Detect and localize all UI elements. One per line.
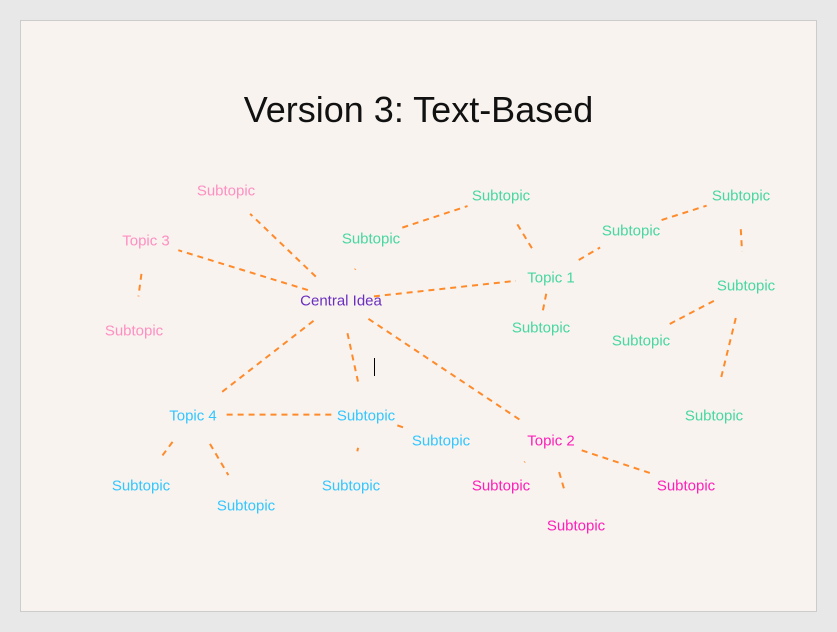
edge-central-t3s1 xyxy=(250,214,316,277)
node-topic4: Topic 4 xyxy=(169,408,217,425)
node-t3s1: Subtopic xyxy=(197,183,255,200)
node-t1s4: Subtopic xyxy=(717,278,775,295)
edge-central-topic3 xyxy=(178,250,308,290)
node-t1s1: Subtopic xyxy=(472,188,530,205)
node-t4s5: Subtopic xyxy=(112,478,170,495)
edge-t1s4-t1s5 xyxy=(669,301,714,324)
edge-t4s1-t4s3 xyxy=(357,448,358,451)
edge-topic1-t1s6 xyxy=(543,294,546,311)
edge-t1s2-t1s3 xyxy=(662,206,707,220)
edge-topic1-t1s2 xyxy=(579,247,600,260)
node-t4s2: Subtopic xyxy=(412,433,470,450)
node-t4s1: Subtopic xyxy=(337,408,395,425)
edge-topic2-t2s3 xyxy=(582,450,652,473)
node-t1s6: Subtopic xyxy=(512,320,570,337)
node-t3s2: Subtopic xyxy=(105,323,163,340)
node-topic1: Topic 1 xyxy=(527,270,575,287)
edge-topic4-t4s4 xyxy=(210,444,228,475)
edge-topic2-t2s2 xyxy=(559,472,565,492)
node-t4s4: Subtopic xyxy=(217,498,275,515)
edge-central-topic1 xyxy=(374,281,516,297)
edge-topic4-t4s5 xyxy=(161,442,172,457)
edge-t1s3-t1s4 xyxy=(741,229,742,251)
node-t3s3: Subtopic xyxy=(342,231,400,248)
edge-central-t4s1 xyxy=(347,333,358,381)
node-t1s5: Subtopic xyxy=(612,333,670,350)
node-topic3: Topic 3 xyxy=(122,233,170,250)
node-topic2: Topic 2 xyxy=(527,433,575,450)
node-t2s2: Subtopic xyxy=(547,518,605,535)
node-t4s3: Subtopic xyxy=(322,478,380,495)
edge-central-topic4 xyxy=(220,321,314,394)
node-t1s2: Subtopic xyxy=(602,223,660,240)
edge-topic1-t1s1 xyxy=(517,224,532,248)
node-t1s3: Subtopic xyxy=(712,188,770,205)
edge-t1s4-t1s7 xyxy=(720,318,736,382)
edge-t4s1-t4s2 xyxy=(397,425,407,428)
node-t1s7: Subtopic xyxy=(685,408,743,425)
mindmap-canvas: Version 3: Text-Based Central IdeaTopic … xyxy=(20,20,817,612)
connector-layer xyxy=(21,21,816,611)
edge-t3s3-t1s1 xyxy=(402,206,467,228)
text-caret xyxy=(374,358,375,376)
node-t2s3: Subtopic xyxy=(657,478,715,495)
edge-central-topic2 xyxy=(368,319,521,421)
edge-topic3-t3s2 xyxy=(138,274,141,297)
node-t2s1: Subtopic xyxy=(472,478,530,495)
node-central: Central Idea xyxy=(300,293,382,310)
